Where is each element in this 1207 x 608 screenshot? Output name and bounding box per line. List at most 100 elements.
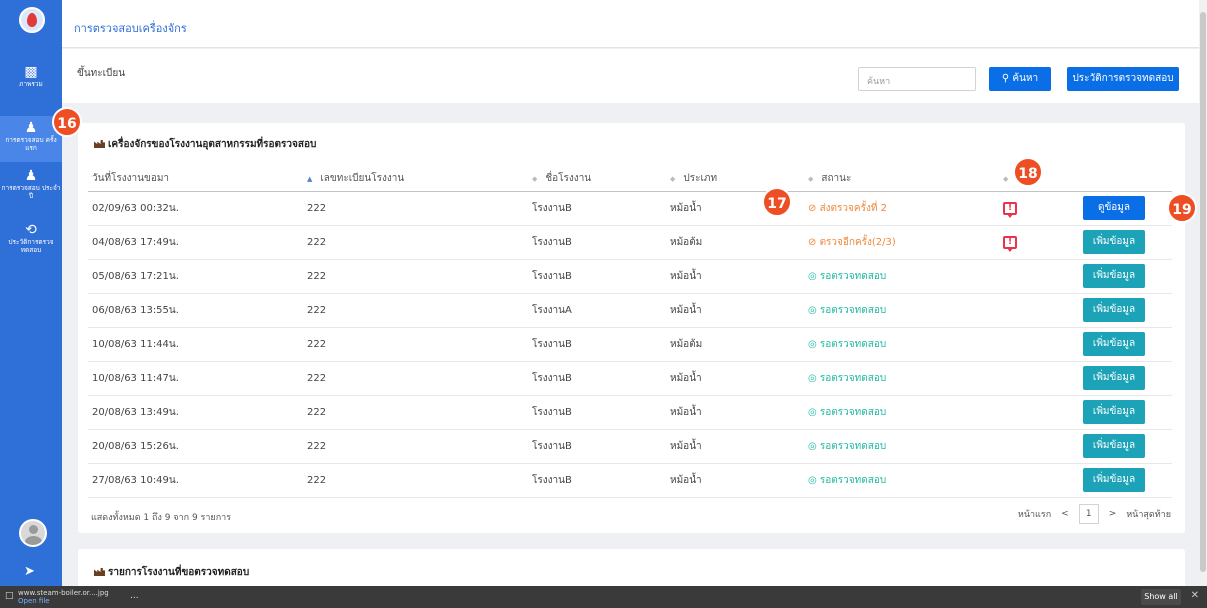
table-header-row: วันที่โรงงานขอมา ▲ เลขทะเบียนโรงงาน ◆ ชื่อ… [88,167,1172,192]
cell-alert [999,395,1079,430]
status-text: รอตรวจทดสอบ [819,372,887,384]
column-header-status[interactable]: ◆ สถานะ [804,167,999,192]
scrollbar-thumb[interactable] [1200,12,1206,572]
cell-alert [999,361,1079,396]
add-data-button[interactable]: เพิ่มข้อมูล [1083,434,1145,458]
cell-action: เพิ่มข้อมูล [1079,361,1172,396]
cell-factory: โรงงานB [528,395,666,430]
open-file-link[interactable]: Open file [18,597,109,605]
sidebar-item-annual-inspection[interactable]: ♟ การตรวจสอบ ประจำปี [0,168,62,214]
download-menu-icon[interactable]: ... [130,591,139,601]
panel-title-text: รายการโรงงานที่ขอตรวจทดสอบ [108,567,250,578]
history-button[interactable]: ประวัติการตรวจทดสอบ [1067,67,1179,91]
sidebar-item-overview[interactable]: ▩ ภาพรวม [0,64,62,98]
file-icon: □ [5,591,14,601]
check-circle-icon: ⊘ [808,236,820,248]
page-title: การตรวจสอบเครื่องจักร [74,22,187,35]
cell-action: เพิ่มข้อมูล [1079,429,1172,464]
first-page-link[interactable]: หน้าแรก [1018,507,1051,521]
table-row: 10/08/63 11:44น. 222 โรงงานB หม้อต้ม ◎ รอตรว… [88,327,1172,362]
brand-logo[interactable] [19,7,45,33]
search-input[interactable]: ค้นหา [858,67,976,91]
download-item[interactable]: www.steam-boiler.or....jpg Open file [18,589,109,605]
search-button-label: ค้นหา [1012,73,1039,84]
cell-type: หม้อน้ำ [666,429,804,464]
clock-icon: ◎ [808,338,820,350]
avatar[interactable] [19,519,47,547]
cell-factory: โรงงานB [528,429,666,464]
factory-icon [94,568,105,576]
status-text: รอตรวจทดสอบ [819,440,887,452]
add-data-button[interactable]: เพิ่มข้อมูล [1083,230,1145,254]
cell-date: 04/08/63 17:49น. [88,225,303,260]
sidebar-item-label: การตรวจสอบ ครั้งแรก [5,136,57,152]
column-header-factory[interactable]: ◆ ชื่อโรงงาน [528,167,666,192]
cell-status: ◎ รอตรวจทดสอบ [804,395,999,430]
clock-icon: ◎ [808,406,820,418]
table-row: 02/09/63 00:32น. 222 โรงงานB หม้อน้ำ ⊘ ส่งตร… [88,191,1172,226]
cell-factory: โรงงานB [528,259,666,294]
add-data-button[interactable]: เพิ่มข้อมูล [1083,400,1145,424]
cell-type: หม้อน้ำ [666,293,804,328]
alert-message-icon[interactable]: ! [1003,201,1017,218]
close-icon[interactable]: ✕ [1191,590,1199,601]
cell-reg: 222 [303,259,528,294]
check-circle-icon: ⊘ [808,202,820,214]
cell-date: 20/08/63 13:49น. [88,395,303,430]
column-header-reg[interactable]: ▲ เลขทะเบียนโรงงาน [303,167,528,192]
status-text: ตรวจอีกครั้ง(2/3) [819,236,896,248]
breadcrumb: ขึ้นทะเบียน [77,68,126,79]
sidebar-item-history[interactable]: ⟲ ประวัติการตรวจ ทดสอบ [0,222,62,262]
table-row: 20/08/63 15:26น. 222 โรงงานB หม้อน้ำ ◎ รอตรว… [88,429,1172,464]
sort-icon: ◆ [670,175,676,184]
sidebar-item-label: ประวัติการตรวจ ทดสอบ [8,238,54,254]
column-label: ชื่อโรงงาน [545,173,592,185]
cell-factory: โรงงานB [528,361,666,396]
cell-reg: 222 [303,191,528,226]
logout-icon[interactable]: ➤ [24,564,35,579]
status-text: รอตรวจทดสอบ [819,406,887,418]
cell-factory: โรงงานB [528,327,666,362]
sort-icon: ◆ [532,175,538,184]
table-row: 10/08/63 11:47น. 222 โรงงานB หม้อน้ำ ◎ รอตรว… [88,361,1172,396]
panel-title-text: เครื่องจักรของโรงงานอุตสาหกรรมที่รอตรวจส… [108,139,317,150]
sort-icon: ◆ [808,175,814,184]
add-data-button[interactable]: เพิ่มข้อมูล [1083,366,1145,390]
view-data-button[interactable]: ดูข้อมูล [1083,196,1145,220]
add-data-button[interactable]: เพิ่มข้อมูล [1083,298,1145,322]
alert-message-icon[interactable]: ! [1003,235,1017,252]
search-button[interactable]: ⚲ ค้นหา [989,67,1051,91]
cell-reg: 222 [303,463,528,498]
add-data-button[interactable]: เพิ่มข้อมูล [1083,264,1145,288]
column-label: สถานะ [821,173,852,185]
cell-reg: 222 [303,361,528,396]
show-all-button[interactable]: Show all [1141,589,1181,605]
status-text: ส่งตรวจครั้งที่ 2 [819,202,887,214]
cell-factory: โรงงานB [528,225,666,260]
column-header-date[interactable]: วันที่โรงงานขอมา [88,167,303,192]
panel-title: รายการโรงงานที่ขอตรวจทดสอบ [94,565,249,580]
page-number[interactable]: 1 [1078,504,1099,524]
cell-reg: 222 [303,225,528,260]
cell-action: เพิ่มข้อมูล [1079,395,1172,430]
cell-type: หม้อต้ม [666,225,804,260]
search-icon: ⚲ [1001,73,1010,84]
scrollbar[interactable] [1199,0,1207,586]
cell-factory: โรงงานB [528,191,666,226]
next-page-link[interactable]: > [1109,509,1117,519]
cell-reg: 222 [303,293,528,328]
cell-alert [999,293,1079,328]
clock-icon: ◎ [808,474,820,486]
panel-title: เครื่องจักรของโรงงานอุตสาหกรรมที่รอตรวจส… [94,137,316,152]
download-filename: www.steam-boiler.or....jpg [18,589,109,597]
cell-factory: โรงงานA [528,293,666,328]
cell-date: 20/08/63 15:26น. [88,429,303,464]
cell-reg: 222 [303,327,528,362]
cell-date: 10/08/63 11:47น. [88,361,303,396]
add-data-button[interactable]: เพิ่มข้อมูล [1083,468,1145,492]
column-label: เลขทะเบียนโรงงาน [320,173,405,185]
add-data-button[interactable]: เพิ่มข้อมูล [1083,332,1145,356]
cell-action: เพิ่มข้อมูล [1079,293,1172,328]
last-page-link[interactable]: หน้าสุดท้าย [1126,507,1171,521]
prev-page-link[interactable]: < [1061,509,1069,519]
